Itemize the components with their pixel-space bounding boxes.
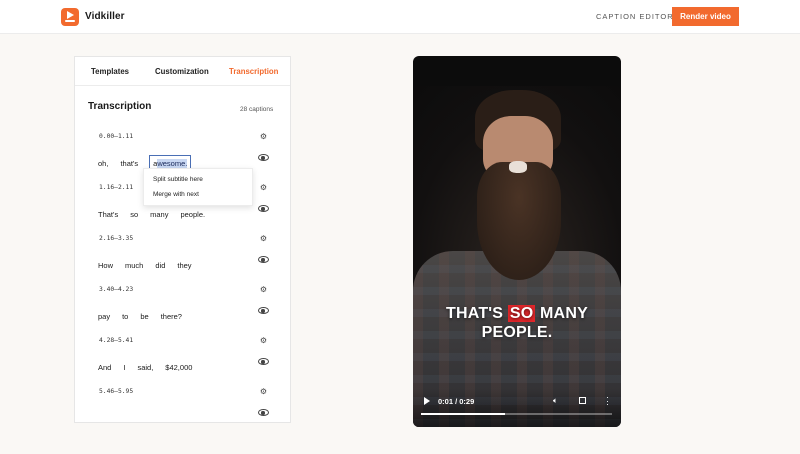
eye-pupil xyxy=(261,360,265,364)
gear-icon[interactable]: ⚙ xyxy=(259,183,268,192)
caption-editor-link[interactable]: CAPTION EDITOR xyxy=(596,12,674,21)
caption-row: 5.46—5.95 ⚙ xyxy=(75,378,290,422)
caption-time: 1.16—2.11 xyxy=(99,184,134,191)
video-nose-sticker xyxy=(509,161,527,173)
video-player[interactable]: THAT'S SO MANY PEOPLE. 0:01 / 0:29 🔈︎ · ·… xyxy=(413,56,621,427)
caption-count: 28 captions xyxy=(240,106,274,113)
caption-words: oh, that's awesome. xyxy=(97,153,201,173)
video-caption-word: MANY xyxy=(540,305,588,322)
play-icon[interactable] xyxy=(424,397,430,405)
gear-icon[interactable]: ⚙ xyxy=(259,132,268,141)
caption-word[interactable]: they xyxy=(176,260,192,272)
caption-row: 3.40—4.23 ⚙ pay to be there? xyxy=(75,276,290,327)
eye-pupil xyxy=(261,258,265,262)
caption-word[interactable]: did xyxy=(154,260,166,272)
eye-icon[interactable] xyxy=(258,409,269,416)
video-time: 0:01 / 0:29 xyxy=(438,397,475,406)
video-person-beard xyxy=(477,162,561,280)
logo-play-icon xyxy=(67,11,74,19)
caption-word[interactable]: said, xyxy=(136,362,154,374)
eye-icon[interactable] xyxy=(258,154,269,161)
caption-word[interactable]: I xyxy=(122,362,126,374)
caption-word[interactable]: that's xyxy=(119,158,139,170)
video-controls: 0:01 / 0:29 🔈︎ · · · xyxy=(413,389,621,427)
caption-word[interactable]: many xyxy=(149,209,169,221)
caption-words: And Isaid, $42,000 xyxy=(97,357,203,374)
video-caption-line-2: PEOPLE. xyxy=(481,324,553,341)
more-options-icon[interactable]: · · · xyxy=(606,393,609,409)
caption-row: 2.16—3.35 ⚙ How much did they xyxy=(75,225,290,276)
caption-time: 2.16—3.35 xyxy=(99,235,134,242)
word-selection-highlight: wesome. xyxy=(157,159,188,168)
eye-pupil xyxy=(261,207,265,211)
video-caption-word: THAT'S xyxy=(446,305,504,322)
top-bar: Vidkiller CAPTION EDITOR Render video xyxy=(0,0,800,34)
transcription-panel: Templates Customization Transcription Tr… xyxy=(74,56,291,423)
caption-words: How much did they xyxy=(97,255,203,272)
eye-icon[interactable] xyxy=(258,256,269,263)
caption-word[interactable]: there? xyxy=(160,311,183,323)
render-video-button[interactable]: Render video xyxy=(672,7,739,26)
caption-word[interactable]: people. xyxy=(179,209,206,221)
split-subtitle-menu-item[interactable]: Split subtitle here xyxy=(153,176,203,183)
caption-word[interactable]: be xyxy=(139,311,149,323)
caption-time: 3.40—4.23 xyxy=(99,286,134,293)
gear-icon[interactable]: ⚙ xyxy=(259,234,268,243)
tab-transcription[interactable]: Transcription xyxy=(229,67,278,76)
volume-icon[interactable]: 🔈︎ xyxy=(553,397,562,405)
logo-bar-icon xyxy=(65,20,75,22)
vidkiller-logo-icon[interactable] xyxy=(61,8,79,26)
video-caption-line-1: THAT'S SO MANY xyxy=(413,305,621,323)
caption-word[interactable]: pay xyxy=(97,311,111,323)
gear-icon[interactable]: ⚙ xyxy=(259,387,268,396)
panel-tabs: Templates Customization Transcription xyxy=(75,57,290,86)
caption-words: pay to be there? xyxy=(97,306,193,323)
video-progress-fill xyxy=(421,413,506,415)
eye-pupil xyxy=(261,156,265,160)
eye-icon[interactable] xyxy=(258,307,269,314)
caption-time: 0.00—1.11 xyxy=(99,133,134,140)
fullscreen-icon[interactable] xyxy=(579,397,586,404)
video-progress-bar[interactable] xyxy=(421,413,612,415)
gear-icon[interactable]: ⚙ xyxy=(259,336,268,345)
caption-row: 0.00—1.11 ⚙ oh, that's awesome. xyxy=(75,123,290,174)
caption-row: 4.28—5.41 ⚙ And Isaid, $42,000 xyxy=(75,327,290,378)
caption-word[interactable]: $42,000 xyxy=(164,362,193,374)
caption-word[interactable]: so xyxy=(129,209,139,221)
word-context-menu: Split subtitle here Merge with next xyxy=(143,168,253,206)
caption-word[interactable]: How xyxy=(97,260,114,272)
gear-icon[interactable]: ⚙ xyxy=(259,285,268,294)
caption-time: 5.46—5.95 xyxy=(99,388,134,395)
caption-word[interactable]: oh, xyxy=(97,158,109,170)
eye-icon[interactable] xyxy=(258,205,269,212)
caption-word[interactable]: to xyxy=(121,311,129,323)
brand-name[interactable]: Vidkiller xyxy=(85,11,125,22)
eye-pupil xyxy=(261,411,265,415)
tab-customization[interactable]: Customization xyxy=(155,67,209,76)
caption-word[interactable]: That's xyxy=(97,209,119,221)
video-caption-highlight-word: SO xyxy=(507,305,536,322)
eye-pupil xyxy=(261,309,265,313)
merge-with-next-menu-item[interactable]: Merge with next xyxy=(153,191,199,198)
eye-icon[interactable] xyxy=(258,358,269,365)
caption-words: That's so many people. xyxy=(97,204,216,221)
section-title: Transcription xyxy=(88,101,152,112)
caption-word[interactable]: And xyxy=(97,362,112,374)
tab-templates[interactable]: Templates xyxy=(91,67,129,76)
caption-word[interactable]: much xyxy=(124,260,144,272)
caption-time: 4.28—5.41 xyxy=(99,337,134,344)
